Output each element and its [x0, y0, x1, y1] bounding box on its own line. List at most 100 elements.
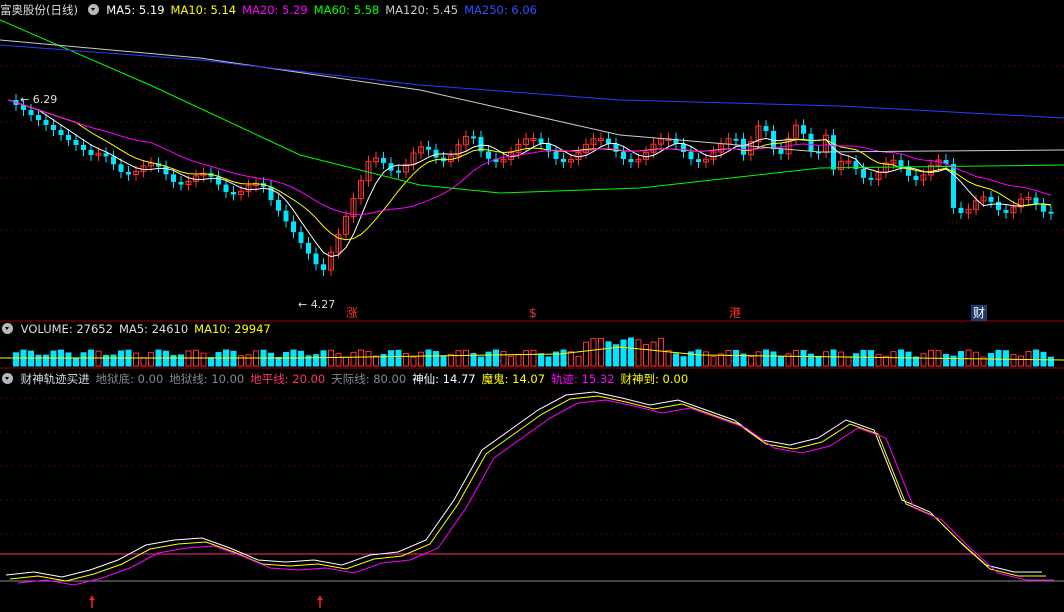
volume-bar — [28, 350, 34, 367]
event-tag-dollar[interactable]: $ — [527, 305, 539, 321]
candle-body — [861, 169, 866, 178]
indicator-legend-item-7: 轨迹: 15.32 — [551, 372, 615, 386]
candle-body — [958, 207, 964, 213]
candle-body — [223, 184, 229, 193]
candle-body — [171, 174, 176, 182]
volume-legend: VOLUME: 27652 MA5: 24610 MA10: 29947 — [21, 322, 277, 336]
candle-body — [763, 126, 769, 131]
candle-body — [741, 138, 746, 155]
volume-bar — [665, 349, 672, 367]
event-tag-gang[interactable]: 港 — [727, 305, 743, 321]
volume-bar — [298, 350, 304, 367]
candle-body — [868, 177, 874, 180]
candle-body — [58, 130, 64, 135]
volume-bar — [485, 351, 492, 367]
volume-bar — [433, 351, 439, 367]
volume-bar — [538, 353, 544, 367]
volume-bar — [365, 350, 372, 367]
volume-bar — [358, 349, 364, 367]
ma60-line — [0, 19, 1064, 194]
volume-bar — [103, 354, 109, 367]
candle-body — [996, 201, 1001, 211]
volume-bar — [230, 350, 237, 367]
candle-body — [51, 125, 56, 130]
candle-body — [778, 149, 784, 154]
volume-bar — [463, 349, 469, 367]
indicator-legend-item-0: 财神轨迹买进 — [20, 372, 90, 386]
volume-dropdown-icon[interactable] — [2, 323, 13, 334]
volume-bar — [583, 341, 589, 367]
volume-bar — [875, 353, 882, 367]
candle-body — [81, 145, 86, 150]
candle-body — [561, 158, 566, 162]
indicator-dropdown-icon[interactable] — [2, 373, 13, 384]
candle-body — [118, 164, 124, 172]
volume-bar — [815, 355, 822, 367]
low-price-label: ← 4.27 — [298, 298, 336, 311]
indicator-legend-item-5: 神仙: 14.77 — [412, 372, 476, 386]
candle-body — [426, 146, 431, 150]
candle-body — [471, 136, 476, 139]
volume-bar — [965, 349, 972, 367]
volume-bar — [455, 350, 462, 367]
volume-bar — [643, 343, 649, 367]
volume-bar — [515, 353, 522, 367]
volume-bar — [275, 356, 282, 367]
volume-bar — [493, 349, 499, 367]
volume-bar — [733, 350, 739, 367]
volume-bar — [418, 351, 424, 367]
volume-bar — [890, 351, 897, 367]
event-tag-cai[interactable]: 财 — [971, 305, 988, 321]
candle-body — [283, 210, 289, 222]
volume-bar — [1033, 349, 1039, 367]
volume-legend-item-2: MA10: 29947 — [194, 322, 271, 336]
indicator-legend-item-2: 地狱线: 10.00 — [169, 372, 245, 386]
event-tag-zhang[interactable]: 涨 — [344, 305, 360, 321]
volume-bar — [695, 349, 702, 367]
volume-bar — [628, 337, 634, 367]
candle-body — [913, 175, 919, 180]
candle-body — [28, 110, 34, 115]
volume-bar — [950, 355, 957, 367]
volume-bar — [680, 356, 687, 367]
candle-body — [898, 160, 904, 167]
candle-body — [621, 151, 626, 160]
indicator-legend-item-8: 财神到: 0.00 — [620, 372, 689, 386]
candle-body — [988, 197, 994, 202]
volume-bar — [133, 352, 139, 367]
volume-bar — [1018, 355, 1024, 367]
volume-bar — [1040, 351, 1047, 367]
volume-bar — [395, 349, 402, 367]
ma20-line — [8, 99, 1052, 216]
candle-body — [306, 242, 311, 254]
volume-bar — [995, 349, 1002, 367]
volume-bar — [335, 352, 342, 367]
volume-bar — [845, 356, 852, 367]
candle-body — [178, 181, 184, 185]
high-price-label: ← 6.29 — [20, 93, 58, 106]
volume-bar — [178, 354, 184, 367]
volume-bar — [1010, 354, 1017, 367]
candle-body — [696, 159, 701, 162]
volume-bar — [658, 338, 664, 367]
candle-body — [628, 159, 634, 162]
candle-body — [111, 156, 116, 165]
volume-bar — [620, 339, 627, 367]
volume-bar — [110, 354, 117, 367]
volume-bar — [800, 350, 807, 367]
candle-body — [313, 253, 319, 265]
volume-legend-item-1: MA5: 24610 — [118, 322, 189, 336]
volume-bar — [140, 357, 147, 367]
candle-body — [103, 153, 109, 157]
volume-bar — [545, 356, 552, 367]
candle-body — [163, 166, 169, 175]
volume-bar — [635, 339, 642, 367]
volume-bar — [373, 355, 379, 367]
candle-body — [808, 133, 814, 152]
volume-bar — [13, 352, 19, 367]
candle-body — [298, 232, 304, 243]
volume-bar — [725, 349, 732, 367]
candle-body — [73, 140, 79, 145]
volume-bar — [785, 353, 792, 367]
candle-body — [733, 138, 739, 141]
